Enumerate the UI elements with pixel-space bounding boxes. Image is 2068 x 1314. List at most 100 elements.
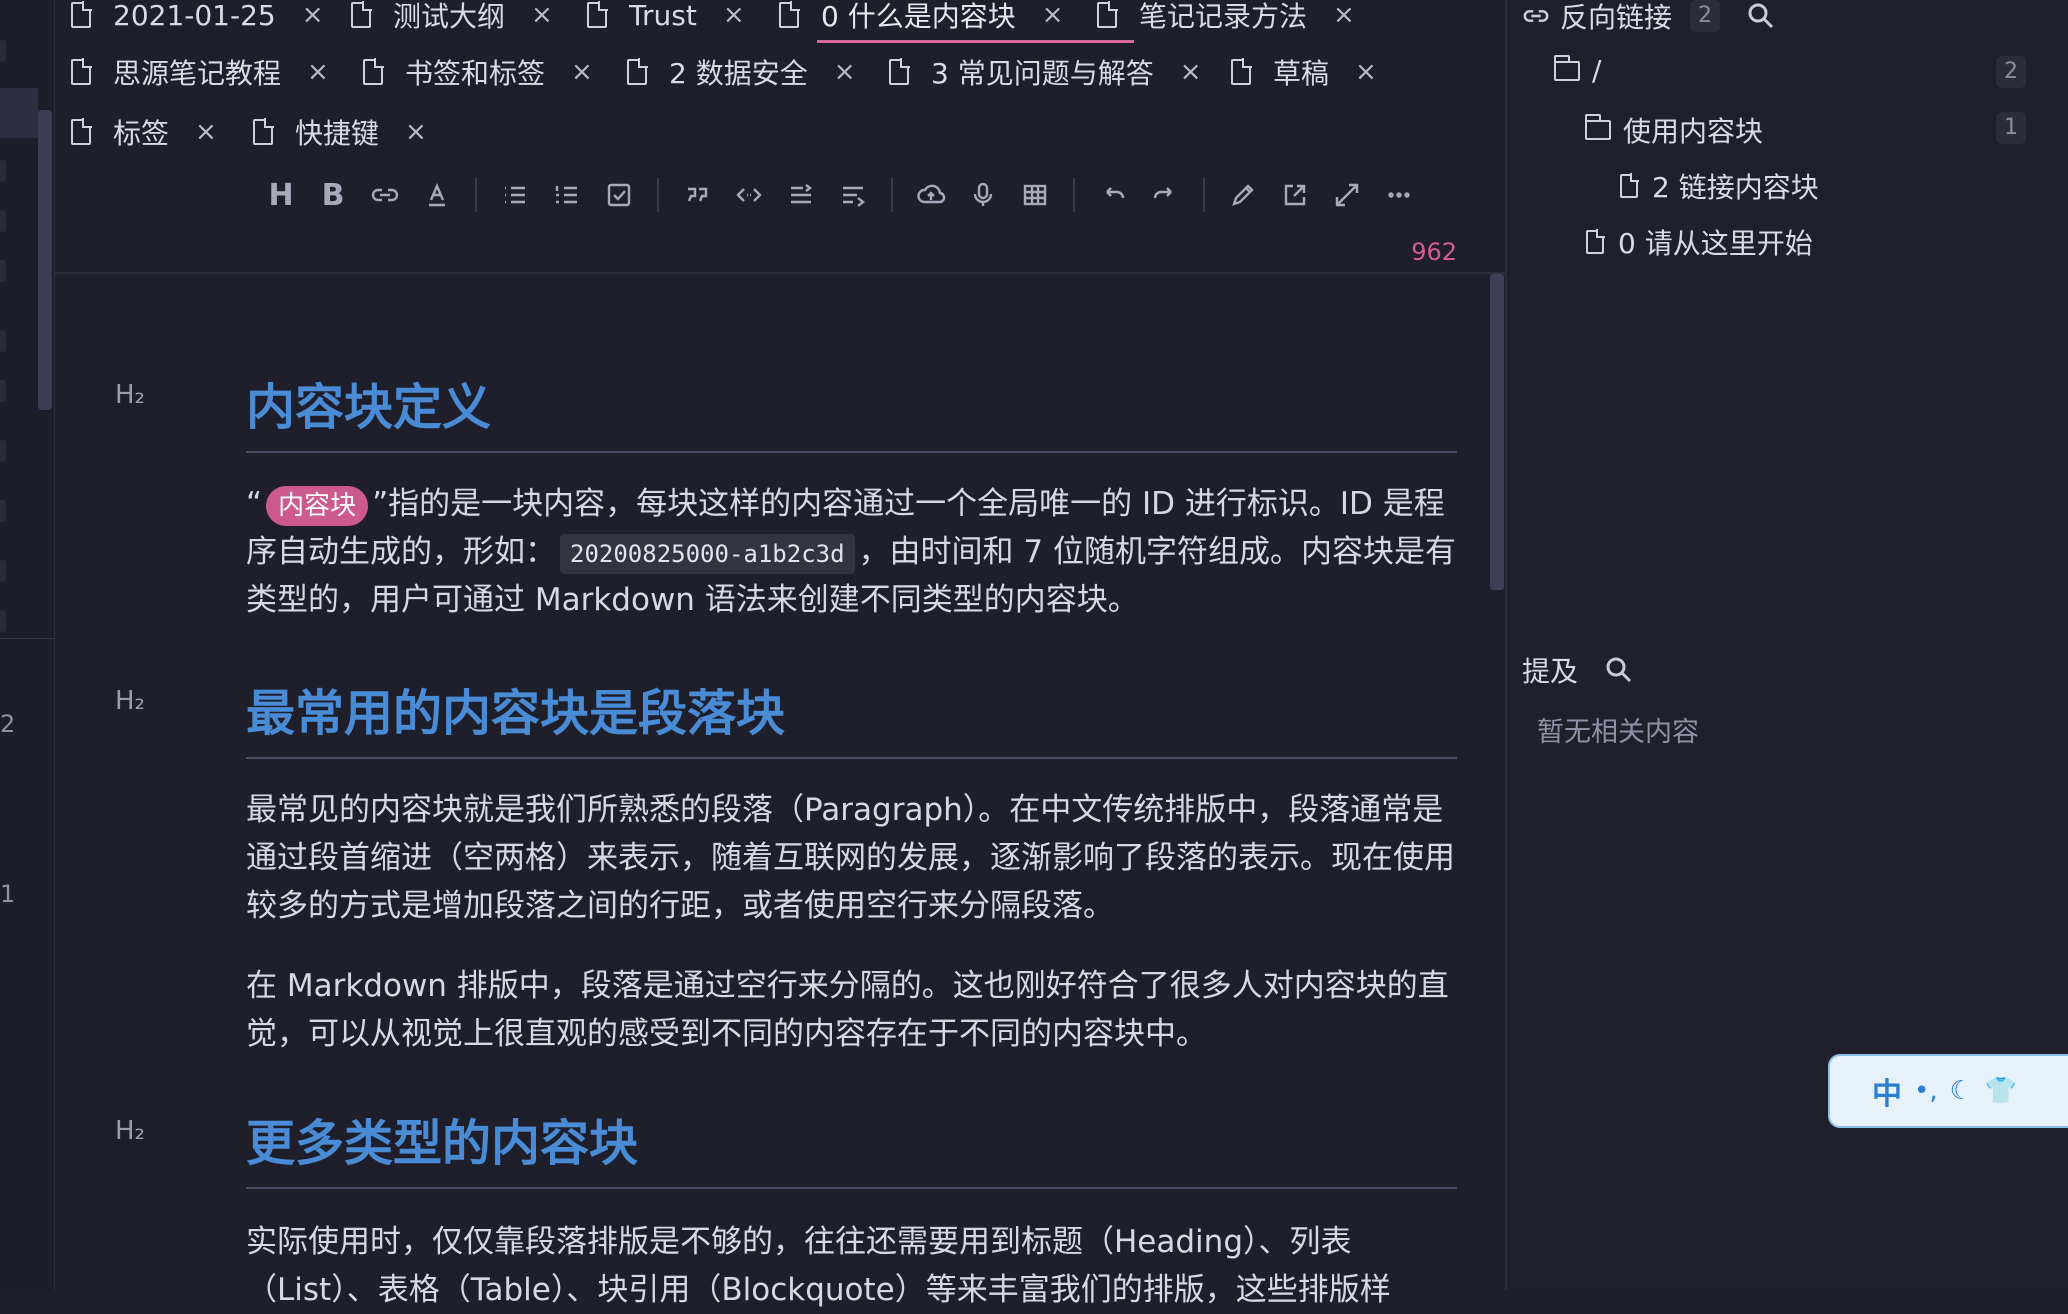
- dock-item[interactable]: [0, 610, 6, 632]
- close-icon[interactable]: ×: [1333, 0, 1355, 30]
- outdent-icon[interactable]: [827, 172, 879, 218]
- punctuation-icon[interactable]: •,: [1914, 1076, 1938, 1106]
- dock-item[interactable]: [0, 210, 6, 232]
- tab-label: 标签: [113, 117, 170, 150]
- dock-item[interactable]: [0, 40, 6, 62]
- backlink-tree-doc[interactable]: 2 链接内容块: [1620, 166, 1819, 206]
- document-icon: [351, 1, 372, 28]
- table-icon[interactable]: [1009, 172, 1061, 218]
- document-icon: [1231, 58, 1252, 85]
- tab[interactable]: 草稿 ×: [1231, 47, 1377, 97]
- document-icon: [1097, 1, 1118, 28]
- section-heading[interactable]: 最常用的内容块是段落块: [246, 674, 1457, 759]
- section-heading[interactable]: 内容块定义: [246, 368, 1457, 453]
- dock-item[interactable]: [0, 440, 6, 462]
- backlink-tree-doc[interactable]: 0 请从这里开始: [1586, 222, 1813, 262]
- tag-badge[interactable]: 内容块: [266, 486, 369, 526]
- dock-active-item[interactable]: [0, 88, 38, 138]
- tab[interactable]: 2021-01-25 ×: [71, 0, 324, 40]
- section-heading[interactable]: 更多类型的内容块: [246, 1104, 1457, 1189]
- tab[interactable]: 标签 ×: [71, 107, 217, 157]
- dock-item[interactable]: [0, 330, 6, 352]
- editor-scrollbar[interactable]: [1490, 274, 1504, 590]
- close-icon[interactable]: ×: [1355, 57, 1377, 87]
- close-icon[interactable]: ×: [1042, 0, 1064, 30]
- close-icon[interactable]: ×: [405, 117, 427, 147]
- bullet-list-icon[interactable]: [489, 172, 541, 218]
- close-icon[interactable]: ×: [723, 0, 745, 30]
- close-icon[interactable]: ×: [531, 0, 553, 30]
- backlink-tree-root[interactable]: /: [1553, 54, 1601, 87]
- dock-count: 2: [0, 710, 16, 738]
- inline-code-icon[interactable]: [723, 172, 775, 218]
- indent-icon[interactable]: [775, 172, 827, 218]
- paragraph-block[interactable]: “内容块 ”指的是一块内容，每块这样的内容通过一个全局唯一的 ID 进行标识。ID…: [246, 480, 1457, 624]
- quote-icon[interactable]: [671, 172, 723, 218]
- skin-icon[interactable]: 👕: [1985, 1076, 2017, 1106]
- more-icon[interactable]: [1373, 172, 1425, 218]
- edit-icon[interactable]: [1217, 172, 1269, 218]
- ime-toolbar[interactable]: 中 •, ☾ 👕: [1828, 1054, 2068, 1128]
- tab[interactable]: 笔记记录方法 ×: [1097, 0, 1355, 40]
- close-icon[interactable]: ×: [1180, 57, 1202, 87]
- toolbar-divider: [1203, 178, 1205, 212]
- dock-item[interactable]: [0, 560, 6, 582]
- tab[interactable]: 思源笔记教程 ×: [71, 47, 329, 97]
- backlinks-title: 反向链接: [1560, 1, 1673, 34]
- close-icon[interactable]: ×: [834, 57, 856, 87]
- tab[interactable]: 2 数据安全 ×: [627, 47, 856, 97]
- tab-label: 2021-01-25: [113, 0, 276, 32]
- link-icon[interactable]: [359, 172, 411, 218]
- close-icon[interactable]: ×: [307, 57, 329, 87]
- ordered-list-icon[interactable]: [541, 172, 593, 218]
- ime-language-toggle[interactable]: 中: [1872, 1069, 1902, 1113]
- tab-label: 0 什么是内容块: [821, 0, 1016, 33]
- paragraph-block[interactable]: 在 Markdown 排版中，段落是通过空行来分隔的。这也刚好符合了很多人对内容…: [246, 962, 1457, 1058]
- mentions-title: 提及: [1522, 655, 1579, 688]
- font-color-icon[interactable]: [411, 172, 463, 218]
- tree-item-label: 0 请从这里开始: [1618, 227, 1813, 260]
- document-icon: [253, 118, 274, 145]
- tab-active[interactable]: 0 什么是内容块 ×: [779, 0, 1064, 40]
- dock-scrollbar[interactable]: [38, 110, 52, 410]
- paragraph-block[interactable]: 最常见的内容块就是我们所熟悉的段落（Paragraph）。在中文传统排版中，段落…: [246, 786, 1457, 930]
- word-count: 962: [1411, 238, 1457, 266]
- search-icon[interactable]: [1746, 1, 1776, 31]
- document-icon: [1586, 229, 1605, 254]
- tab[interactable]: 3 常见问题与解答 ×: [889, 47, 1202, 97]
- backlink-tree-folder[interactable]: 使用内容块: [1584, 110, 1763, 150]
- bold-icon[interactable]: B: [307, 172, 359, 218]
- close-icon[interactable]: ×: [571, 57, 593, 87]
- open-window-icon[interactable]: [1269, 172, 1321, 218]
- tab[interactable]: Trust ×: [587, 0, 745, 40]
- heading-level-marker: H₂: [115, 686, 145, 716]
- record-icon[interactable]: [957, 172, 1009, 218]
- document-icon: [779, 1, 800, 28]
- fullscreen-icon[interactable]: [1321, 172, 1373, 218]
- tab[interactable]: 测试大纲 ×: [351, 0, 553, 40]
- search-icon[interactable]: [1604, 655, 1634, 685]
- tab-label: 笔记记录方法: [1139, 0, 1308, 33]
- document-icon: [71, 118, 92, 145]
- close-icon[interactable]: ×: [195, 117, 217, 147]
- task-list-icon[interactable]: [593, 172, 645, 218]
- undo-icon[interactable]: [1087, 172, 1139, 218]
- document-icon: [1620, 173, 1639, 198]
- dock-item[interactable]: [0, 380, 6, 402]
- moon-icon[interactable]: ☾: [1950, 1076, 1973, 1106]
- folder-icon: [1584, 114, 1611, 140]
- close-icon[interactable]: ×: [302, 0, 324, 30]
- redo-icon[interactable]: [1139, 172, 1191, 218]
- tab-label: 2 数据安全: [669, 57, 808, 90]
- paragraph-block[interactable]: 实际使用时，仅仅靠段落排版是不够的，往往还需要用到标题（Heading）、列表（…: [246, 1218, 1457, 1314]
- tab[interactable]: 快捷键 ×: [253, 107, 427, 157]
- document-icon: [71, 58, 92, 85]
- tab[interactable]: 书签和标签 ×: [363, 47, 593, 97]
- heading-icon[interactable]: H: [255, 172, 307, 218]
- dock-item[interactable]: [0, 500, 6, 522]
- upload-icon[interactable]: [905, 172, 957, 218]
- dock-item[interactable]: [0, 260, 6, 282]
- editor-divider: [55, 272, 1505, 274]
- toolbar-divider: [475, 178, 477, 212]
- dock-item[interactable]: [0, 160, 6, 182]
